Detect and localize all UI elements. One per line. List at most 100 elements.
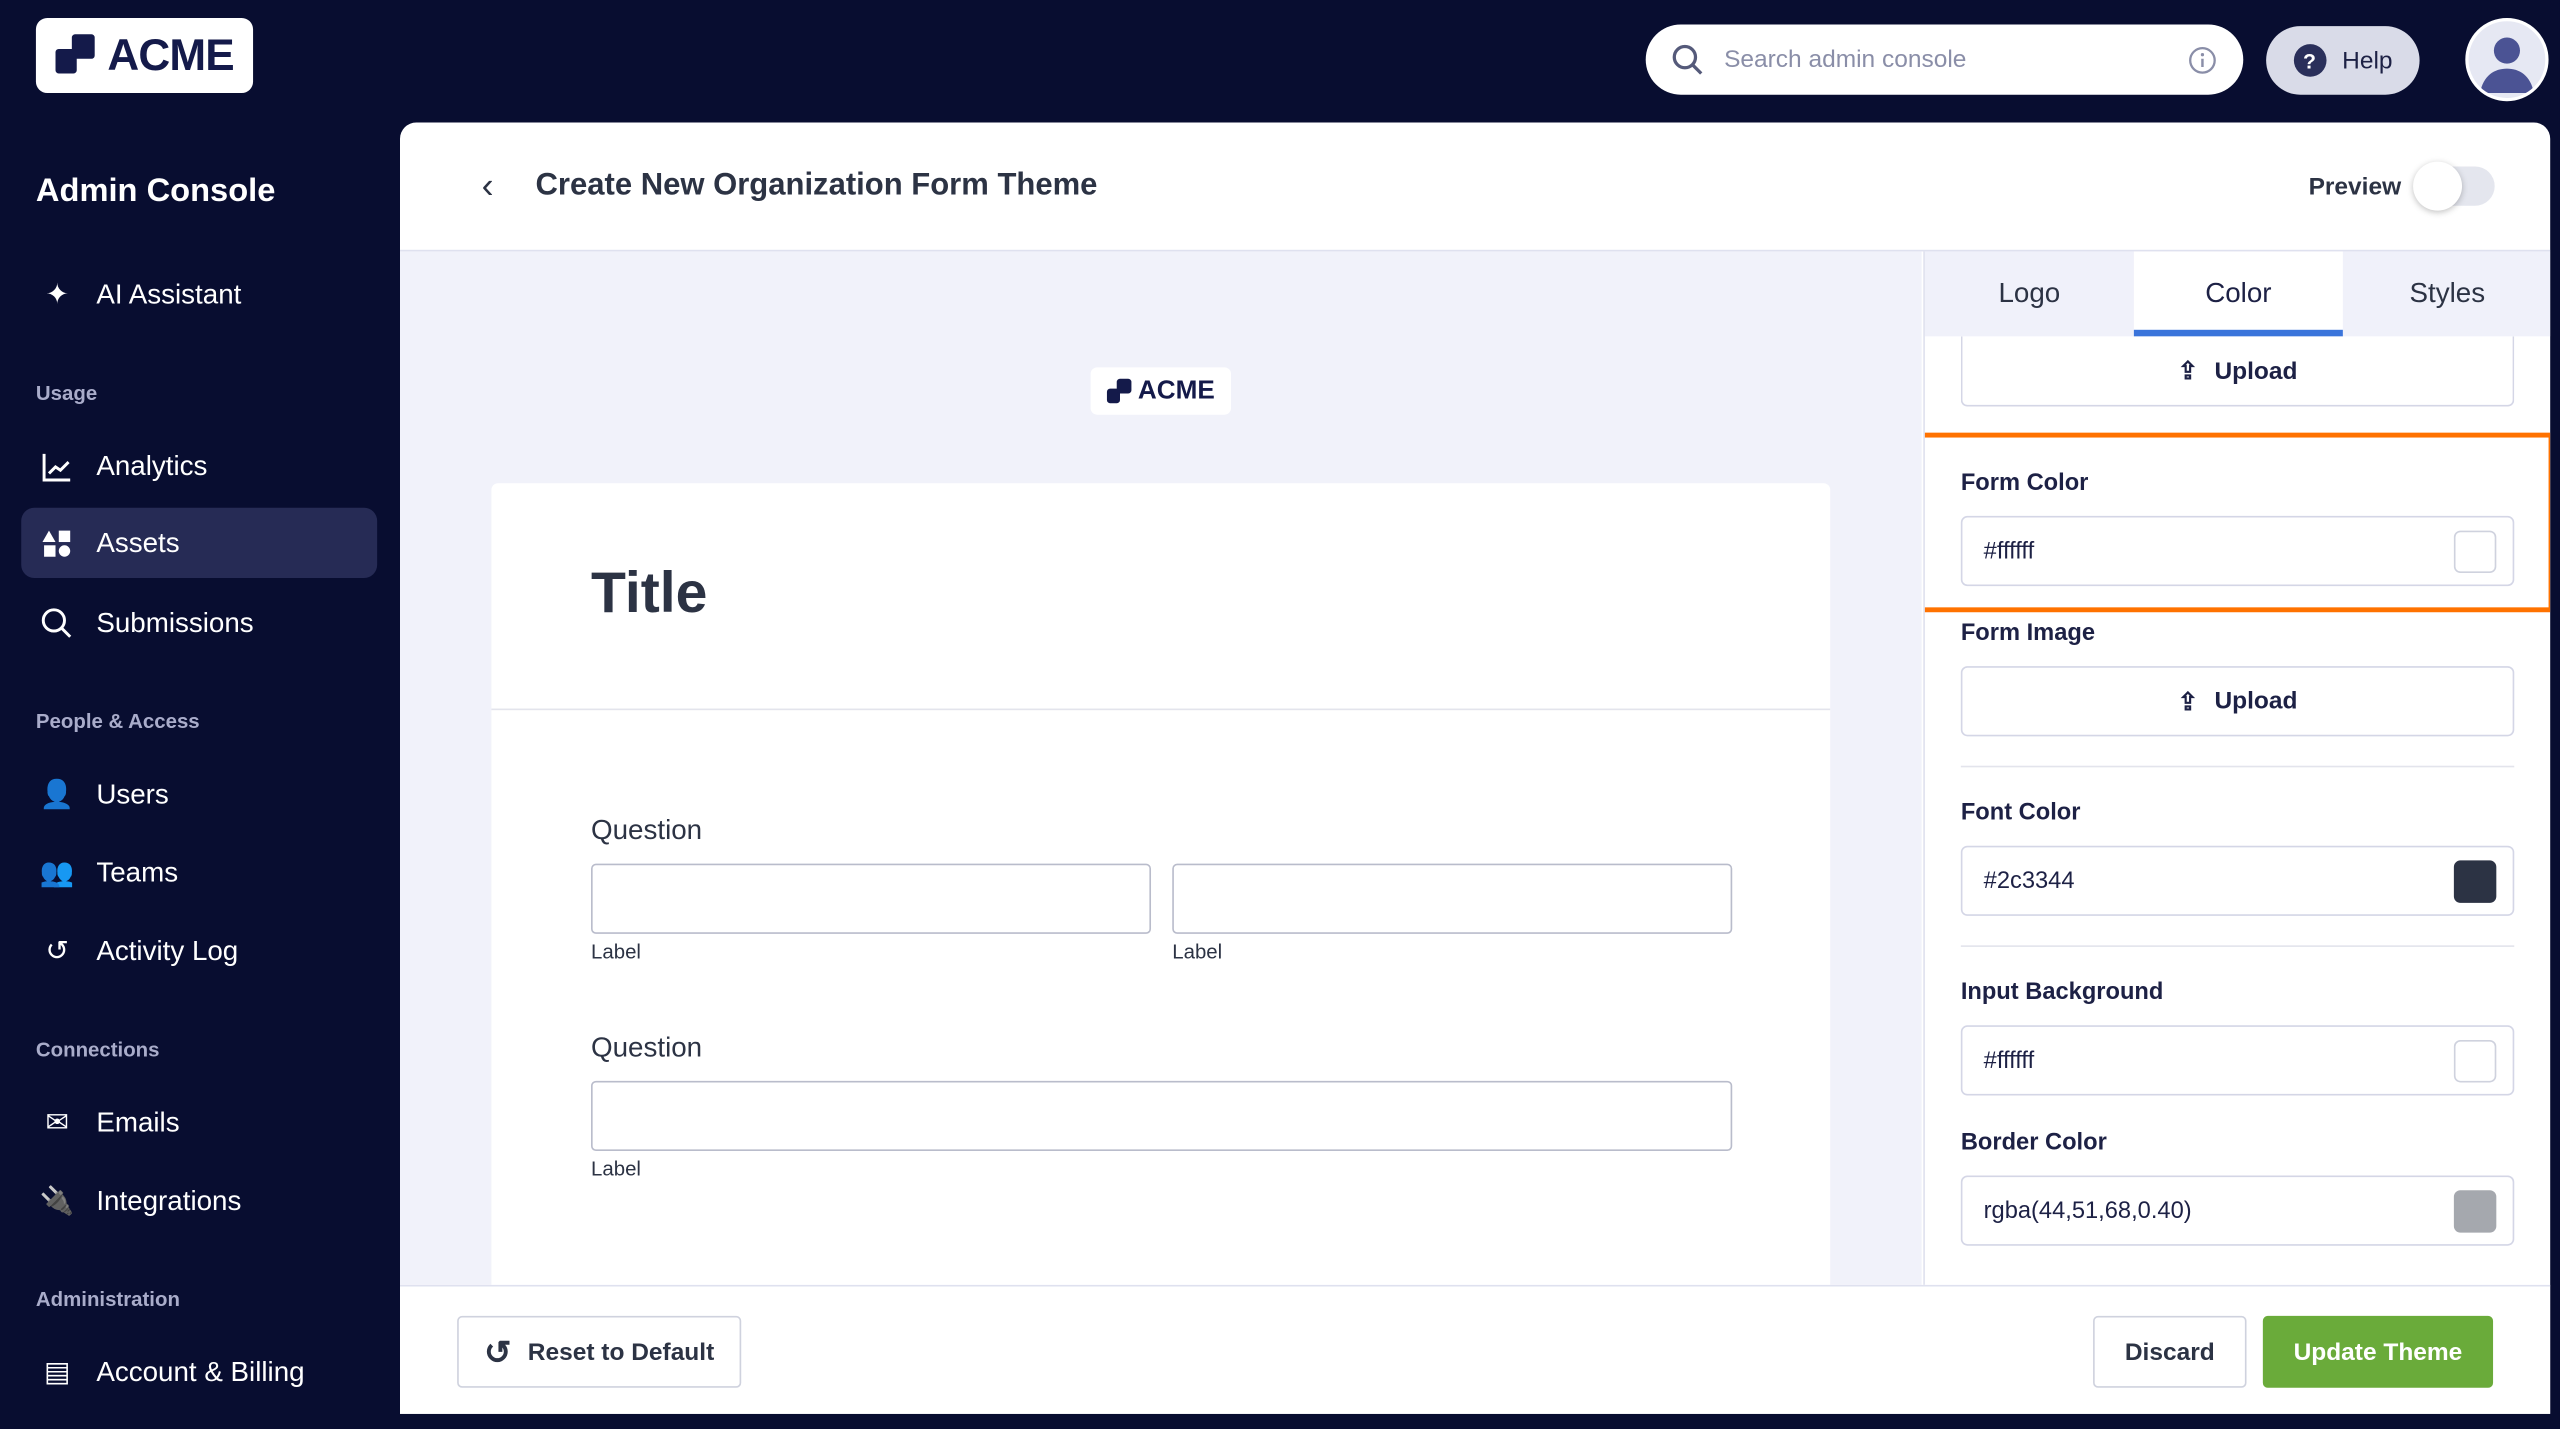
footer-bar: ↺ Reset to Default Discard Update Theme [399,1284,2551,1414]
preview-toggle[interactable] [2413,161,2495,211]
search-icon [1672,44,1703,74]
plug-icon: 🔌 [39,1184,75,1216]
update-theme-button[interactable]: Update Theme [2262,1315,2494,1388]
preview-label: Preview [2308,173,2402,201]
upload-icon: ⇪ [2177,357,2199,386]
tab-label: Styles [2409,277,2486,309]
info-icon[interactable] [2188,45,2217,74]
form-color-input[interactable]: #ffffff [1960,515,2515,587]
nav-label: Analytics [96,449,208,481]
user-avatar-icon [2479,37,2534,94]
reset-to-default-button[interactable]: ↺ Reset to Default [457,1315,742,1388]
form-title: Title [591,561,708,626]
nav-label: Teams [96,856,179,888]
shapes-icon [41,527,74,560]
divider [1960,765,2515,768]
preview-input[interactable] [591,863,1152,934]
nav-label: Users [96,777,169,809]
theme-settings-panel: Logo Color Styles ⇪ Upload Form Color #ff… [1923,251,2551,1285]
input-background-swatch[interactable] [2453,1039,2497,1082]
section-heading-usage: Usage [35,382,98,405]
font-color-swatch[interactable] [2453,859,2497,903]
main-panel: ‹ Create New Organization Form Theme Pre… [399,122,2551,1414]
search-input[interactable]: Search admin console [1645,24,2244,95]
form-image-upload-button[interactable]: ⇪ Upload [1960,666,2515,737]
question-label: Question [591,1031,703,1063]
divider [1960,945,2515,947]
sidebar-item-integrations[interactable]: 🔌 Integrations [21,1166,377,1236]
input-background-label: Input Background [1960,979,2164,1006]
avatar[interactable] [2465,17,2549,102]
section-heading-administration: Administration [35,1288,180,1312]
sidebar-item-account-billing[interactable]: ▤ Account & Billing [21,1337,377,1407]
logo-text: ACME [107,30,234,80]
logo-mark-icon [1106,377,1133,404]
section-heading-people: People & Access [35,710,200,734]
nav-label: Assets [96,526,180,558]
upload-icon: ⇪ [2177,688,2199,716]
preview-logo: ACME [1090,367,1232,415]
sidebar-item-submissions[interactable]: Submissions [21,588,377,658]
form-image-label: Form Image [1960,620,2095,647]
sidebar-item-activity-log[interactable]: ↺ Activity Log [21,916,377,986]
nav-label: Activity Log [96,934,239,966]
preview-input[interactable] [1172,863,1733,934]
nav-label: Submissions [96,606,254,638]
nav-label: Integrations [96,1184,242,1216]
id-card-icon: ▤ [44,1355,71,1387]
sidebar-item-users[interactable]: 👤 Users [21,759,377,829]
tab-logo[interactable]: Logo [1925,251,2134,336]
logo-mark-icon [55,34,97,76]
font-color-input[interactable]: #2c3344 [1960,845,2515,916]
font-color-value: #2c3344 [1983,867,2075,894]
form-color-label: Form Color [1960,470,2089,497]
border-color-swatch[interactable] [2453,1189,2497,1232]
upload-label: Upload [2214,687,2298,716]
page-header: ‹ Create New Organization Form Theme Pre… [399,122,2551,252]
nav-label: AI Assistant [96,278,242,310]
tab-color[interactable]: Color [2133,251,2343,337]
envelope-icon: ✉ [45,1106,69,1138]
input-label: Label [591,1157,641,1181]
back-chevron-icon[interactable]: ‹ [482,165,494,207]
reset-icon: ↺ [484,1334,512,1371]
form-color-value: #ffffff [1983,537,2035,565]
discard-button[interactable]: Discard [2093,1315,2247,1388]
tab-label: Logo [1998,277,2061,309]
section-heading-connections: Connections [35,1038,160,1062]
tab-styles[interactable]: Styles [2343,251,2550,336]
input-background-input[interactable]: #ffffff [1960,1025,2515,1096]
sidebar-item-assets[interactable]: Assets [21,507,378,578]
sidebar-item-emails[interactable]: ✉ Emails [21,1087,377,1157]
question-label: Question [591,814,703,846]
help-icon: ? [2293,44,2326,77]
sidebar-item-analytics[interactable]: Analytics [21,431,377,501]
discard-label: Discard [2124,1337,2215,1366]
upload-button[interactable]: ⇪ Upload [1960,336,2515,407]
tab-label: Color [2205,277,2272,309]
form-color-swatch[interactable] [2453,529,2497,573]
sidebar-item-teams[interactable]: 👥 Teams [21,838,377,908]
preview-input[interactable] [591,1080,1733,1152]
acme-logo[interactable]: ACME [35,17,254,94]
settings-tabs: Logo Color Styles [1924,251,2551,337]
teams-icon: 👥 [39,856,75,888]
history-icon: ↺ [45,934,69,966]
chart-line-icon [41,450,74,483]
font-color-label: Font Color [1960,799,2081,827]
form-card: Title Question Label Label Question Labe… [491,483,1831,1300]
preview-logo-text: ACME [1137,376,1215,405]
nav-label: Account & Billing [96,1355,305,1387]
sidebar-item-ai-assistant[interactable]: ✦ AI Assistant [21,260,377,330]
update-label: Update Theme [2293,1337,2463,1366]
input-background-value: #ffffff [1983,1047,2035,1074]
help-button[interactable]: ? Help [2266,26,2420,95]
search-icon [41,607,74,640]
border-color-input[interactable]: rgba(44,51,68,0.40) [1960,1175,2515,1246]
search-placeholder: Search admin console [1724,45,1967,74]
sidebar-title: Admin Console [35,173,276,209]
help-label: Help [2342,46,2393,75]
border-color-value: rgba(44,51,68,0.40) [1983,1197,2192,1224]
reset-label: Reset to Default [527,1337,715,1366]
upload-label: Upload [2214,356,2298,385]
